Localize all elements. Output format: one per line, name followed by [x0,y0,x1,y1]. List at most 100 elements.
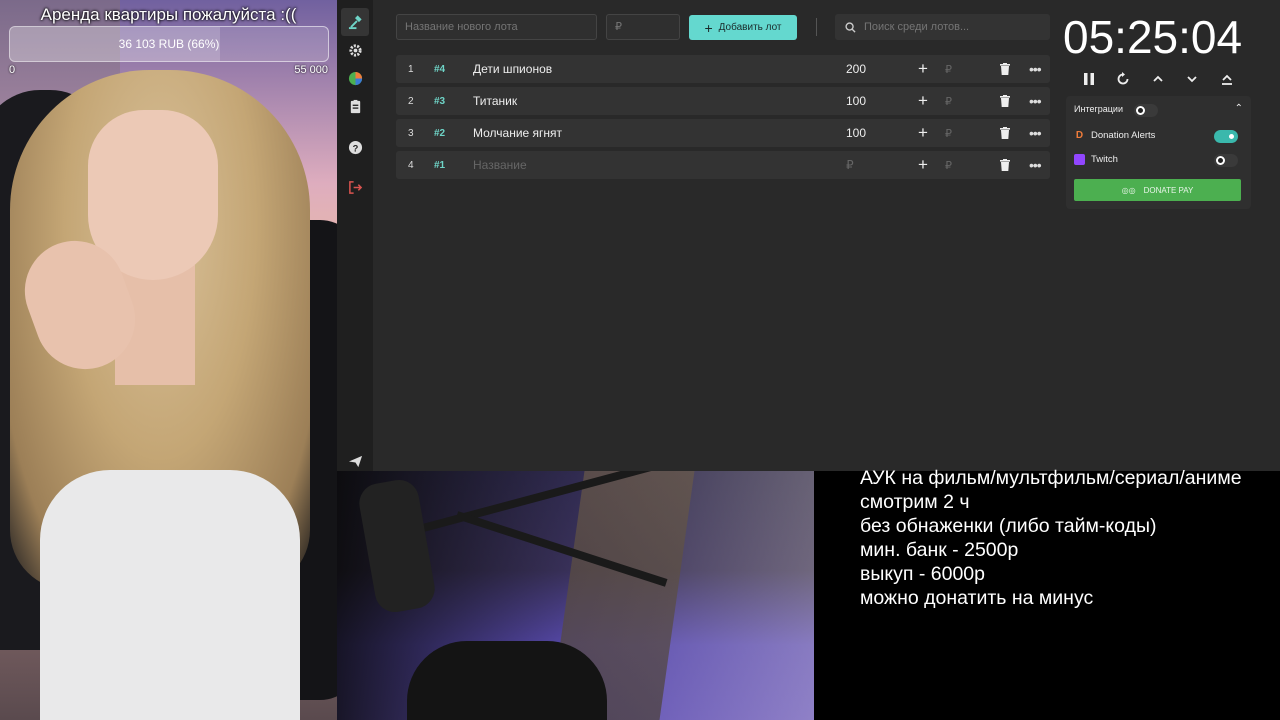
donationalerts-icon: D [1075,130,1084,141]
integration-twitch-label: Twitch [1091,154,1118,165]
sidebar-item-auction[interactable] [341,8,369,36]
lot-row[interactable]: 2 #3 Титаник 100 + ₽ ••• [396,87,1050,115]
gear-icon [348,43,362,57]
rule-line: без обнаженки (либо тайм-коды) [860,515,1157,537]
pie-chart-icon [348,71,362,85]
donatepay-button[interactable]: ◎◎ DONATE PAY [1074,179,1241,201]
logout-icon [348,180,362,194]
add-lot-button[interactable]: + Добавить лот [689,15,797,40]
lot-number: 4 [408,159,414,171]
lot-amount: 100 [846,126,867,140]
rub-input[interactable]: ₽ [945,95,952,108]
add-amount-button[interactable]: + [918,59,928,79]
double-chevron-up-icon [1222,74,1232,85]
goal-max-label: 55 000 [294,64,328,76]
sidebar-item-settings[interactable] [341,36,369,64]
twitch-toggle[interactable] [1214,154,1238,167]
lot-name: Молчание ягнят [473,126,563,140]
more-options-button[interactable]: ••• [1029,61,1042,77]
studio-chair [407,641,607,720]
trash-icon[interactable] [1000,127,1010,139]
more-options-button[interactable]: ••• [1029,125,1042,141]
pause-icon [1084,73,1094,85]
chevron-down-icon [1187,76,1197,83]
add-amount-button[interactable]: + [918,123,928,143]
lot-number: 1 [408,63,414,75]
more-options-button[interactable]: ••• [1029,157,1042,173]
chevron-up-icon[interactable]: ⌃ [1235,103,1243,114]
donatepay-icon: ◎◎ [1121,185,1136,195]
webcam-feed: Аренда квартиры пожалуйста :(( 36 103 RU… [0,0,337,720]
sidebar-item-history[interactable] [341,92,369,120]
search-icon [845,21,856,33]
lot-row[interactable]: 3 #2 Молчание ягнят 100 + ₽ ••• [396,119,1050,147]
lot-row[interactable]: 1 #4 Дети шпионов 200 + ₽ ••• [396,55,1050,83]
lot-number: 3 [408,127,414,139]
time-double-up-button[interactable] [1218,68,1236,90]
lot-name: Титаник [473,94,518,108]
goal-progress-bar: 36 103 RUB (66%) [9,26,329,62]
rub-input[interactable]: ₽ [945,159,952,172]
lot-amount-input[interactable] [606,14,680,40]
twitch-icon [1074,154,1085,165]
streamer-shirt [40,470,300,720]
rule-line: выкуп - 6000р [860,563,985,585]
reset-timer-button[interactable] [1114,68,1132,90]
integrations-title: Интеграции [1074,104,1123,114]
more-options-button[interactable]: ••• [1029,93,1042,109]
rub-input[interactable]: ₽ [945,63,952,76]
trash-icon[interactable] [1000,63,1010,75]
rule-line: мин. банк - 2500р [860,539,1019,561]
send-icon [348,455,362,467]
help-icon: ? [348,140,362,154]
add-amount-button[interactable]: + [918,155,928,175]
sidebar-item-logout[interactable] [341,173,369,201]
timer-controls [1080,68,1240,90]
svg-text:?: ? [352,143,358,153]
toolbar-divider [816,18,817,36]
sidebar-item-stats[interactable] [341,64,369,92]
new-lot-row[interactable]: 4 #1 Название ₽ + ₽ ••• [396,151,1050,179]
lot-id-tag: #1 [434,159,446,171]
lot-name-input[interactable] [396,14,597,40]
goal-progress-text: 36 103 RUB (66%) [118,37,220,51]
donationalerts-toggle[interactable] [1214,130,1238,143]
search-box [835,14,1050,40]
new-lot-name-input[interactable]: Название [473,158,527,172]
stream-frame: Аренда квартиры пожалуйста :(( 36 103 RU… [0,0,1280,720]
time-up-button[interactable] [1149,68,1167,90]
lot-amount: 200 [846,62,867,76]
sidebar: ? [337,0,373,471]
trash-icon[interactable] [1000,159,1010,171]
clipboard-icon [350,99,360,113]
search-input[interactable] [864,21,1044,33]
lot-id-tag: #2 [434,127,446,139]
trash-icon[interactable] [1000,95,1010,107]
donation-goal: Аренда квартиры пожалуйста :(( 36 103 RU… [0,0,337,80]
auction-timer: 05:25:04 [1063,11,1243,63]
plus-icon: + [704,19,713,36]
sidebar-item-help[interactable]: ? [341,133,369,161]
donatepay-label: DONATE PAY [1143,185,1194,195]
reset-icon [1117,72,1129,85]
lot-name: Дети шпионов [473,62,553,76]
add-amount-button[interactable]: + [918,91,928,111]
lot-id-tag: #4 [434,63,446,75]
rule-line: можно донатить на минус [860,587,1094,609]
integration-twitch: Twitch [1074,154,1118,165]
pause-button[interactable] [1080,68,1098,90]
lot-id-tag: #3 [434,95,446,107]
goal-min-label: 0 [9,64,16,76]
lot-amount[interactable]: ₽ [846,158,854,172]
integrations-master-toggle[interactable] [1134,104,1158,117]
integrations-panel: Интеграции ⌃ D Donation Alerts Twitch ◎◎… [1066,96,1251,209]
goal-title: Аренда квартиры пожалуйста :(( [40,5,297,24]
studio-camera-feed [337,471,814,720]
hammer-icon [348,14,362,29]
lot-number: 2 [408,95,414,107]
integration-donationalerts: D Donation Alerts [1074,130,1156,141]
rule-line: АУК на фильм/мультфильм/сериал/аниме [860,467,1242,489]
time-down-button[interactable] [1183,68,1201,90]
rule-line: смотрим 2 ч [860,491,970,513]
rub-input[interactable]: ₽ [945,127,952,140]
